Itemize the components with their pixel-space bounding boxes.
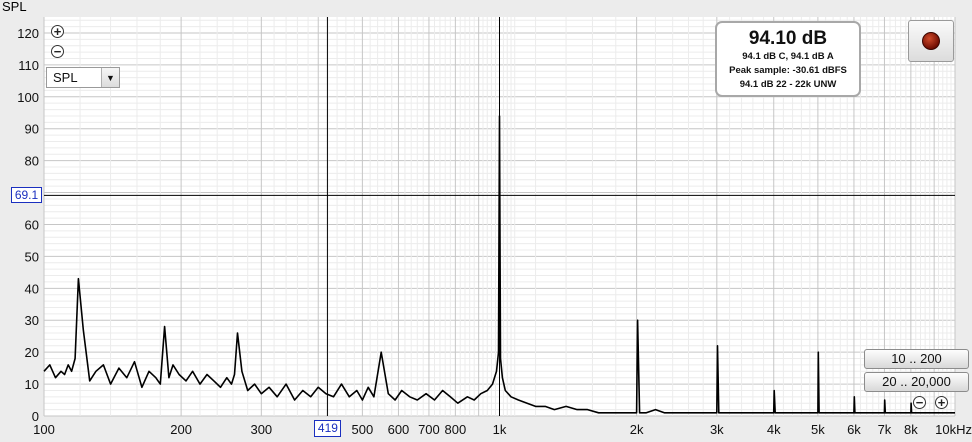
y-tick-label: 80	[25, 154, 39, 169]
spl-dropdown[interactable]: SPL ▼	[46, 67, 120, 88]
x-tick-label: 1k	[493, 422, 507, 437]
record-button[interactable]	[908, 20, 954, 62]
x-tick-label: 2k	[630, 422, 644, 437]
x-tick-label: 10kHz	[935, 422, 972, 437]
y-tick-label: 40	[25, 281, 39, 296]
y-axis-title: SPL	[2, 0, 27, 14]
y-tick-label: 50	[25, 249, 39, 264]
x-tick-label: 300	[250, 422, 272, 437]
zoom-out-symbol: −	[53, 44, 62, 59]
zoom-out-icon[interactable]: −	[51, 45, 64, 58]
y-tick-label: 120	[17, 26, 39, 41]
x-tick-label: 200	[170, 422, 192, 437]
x-tick-label: 4k	[767, 422, 781, 437]
spl-dropdown-value: SPL	[53, 70, 78, 85]
zoom-in-icon[interactable]: +	[51, 25, 64, 38]
record-icon	[922, 32, 940, 50]
y-tick-label: 90	[25, 122, 39, 137]
x-tick-label: 700	[418, 422, 440, 437]
readout-weighting: 94.1 dB C, 94.1 dB A	[742, 51, 834, 62]
chevron-down-icon[interactable]: ▼	[101, 68, 119, 87]
y-tick-label: 100	[17, 90, 39, 105]
x-zoom-in-symbol: +	[937, 395, 946, 410]
readout-main-value: 94.10 dB	[748, 28, 828, 49]
x-tick-label: 7k	[878, 422, 892, 437]
x-zoom-in-icon[interactable]: +	[935, 396, 948, 409]
y-tick-label: 60	[25, 217, 39, 232]
y-tick-label: 10	[25, 377, 39, 392]
zoom-in-symbol: +	[53, 24, 62, 39]
x-tick-label: 600	[388, 422, 410, 437]
y-tick-label: 20	[25, 345, 39, 360]
x-tick-label: 3k	[710, 422, 724, 437]
x-tick-label: 8k	[904, 422, 918, 437]
x-tick-label: 800	[445, 422, 467, 437]
level-readout-panel: 94.10 dB 94.1 dB C, 94.1 dB A Peak sampl…	[715, 21, 861, 97]
x-tick-label: 500	[352, 422, 374, 437]
range-20-20000-button[interactable]: 20 .. 20,000	[864, 372, 969, 392]
x-zoom-out-symbol: −	[915, 395, 924, 410]
y-tick-label: 30	[25, 313, 39, 328]
cursor-x-readout: 419	[314, 420, 342, 437]
readout-unweighted: 94.1 dB 22 - 22k UNW	[739, 79, 837, 90]
x-tick-label: 100	[33, 422, 55, 437]
y-tick-label: 110	[18, 58, 39, 73]
readout-peak-sample: Peak sample: -30.61 dBFS	[729, 65, 847, 76]
x-zoom-out-icon[interactable]: −	[913, 396, 926, 409]
cursor-y-readout: 69.1	[11, 187, 42, 204]
x-tick-label: 5k	[811, 422, 825, 437]
x-tick-label: 6k	[847, 422, 861, 437]
range-10-200-button[interactable]: 10 .. 200	[864, 349, 969, 369]
